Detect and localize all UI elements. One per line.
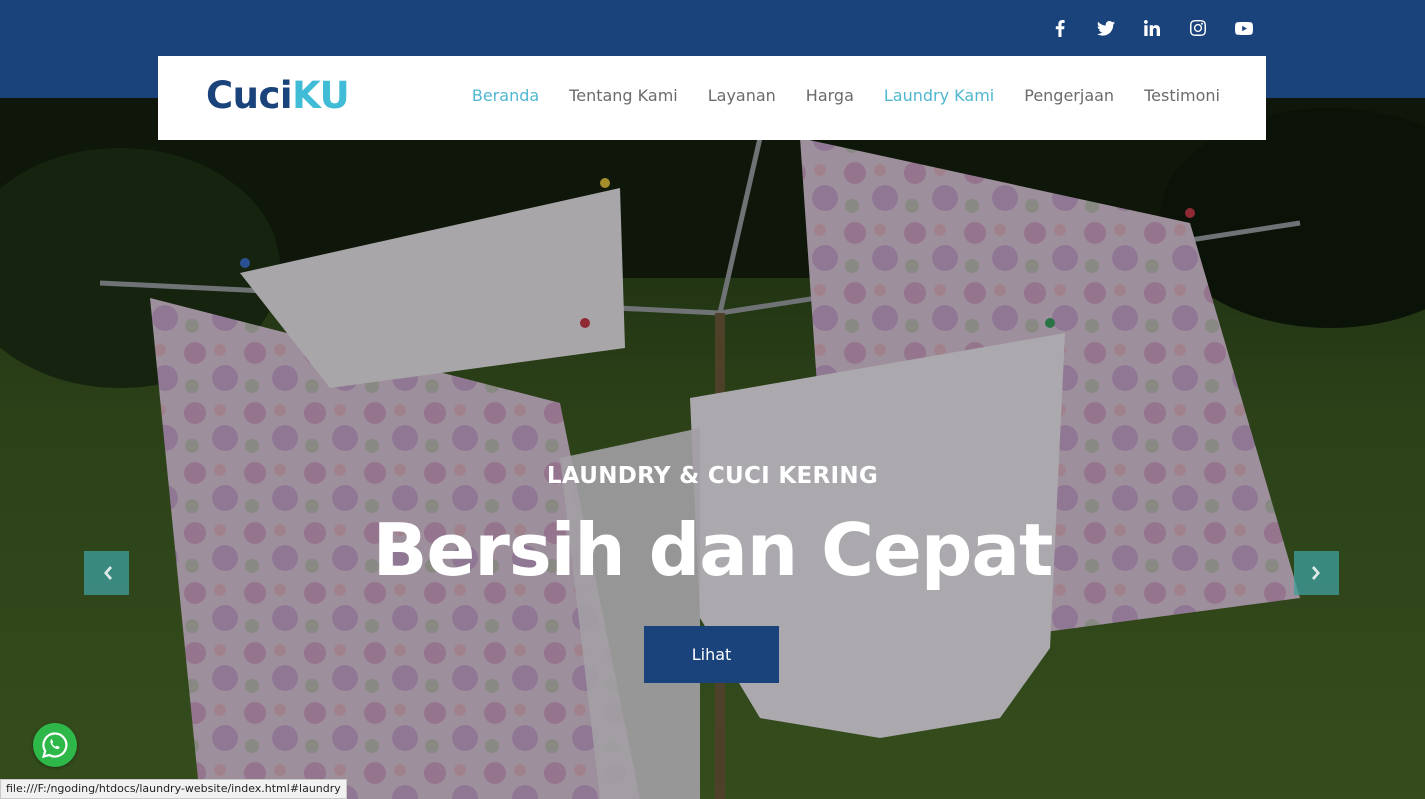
nav-item-harga[interactable]: Harga (806, 86, 854, 105)
nav-item-layanan[interactable]: Layanan (708, 86, 776, 105)
social-links (1037, 16, 1267, 40)
hero-cta-button[interactable]: Lihat (644, 626, 779, 683)
browser-status-bar: file:///F:/ngoding/htdocs/laundry-websit… (0, 779, 347, 799)
whatsapp-button[interactable] (33, 723, 77, 767)
nav-item-beranda[interactable]: Beranda (472, 86, 539, 105)
hero-overlay (0, 98, 1425, 799)
linkedin-icon[interactable] (1129, 16, 1175, 40)
slider-next-button[interactable] (1294, 551, 1339, 595)
nav-item-testimoni[interactable]: Testimoni (1144, 86, 1220, 105)
chevron-right-icon (1311, 566, 1320, 580)
header: CuciKU Beranda Tentang Kami Layanan Harg… (158, 56, 1266, 140)
nav-item-pengerjaan[interactable]: Pengerjaan (1024, 86, 1114, 105)
nav-item-tentang-kami[interactable]: Tentang Kami (569, 86, 678, 105)
nav-item-laundry-kami[interactable]: Laundry Kami (884, 86, 994, 105)
brand-part-2: KU (292, 74, 350, 117)
hero-title: Bersih dan Cepat (372, 508, 1054, 592)
brand-part-1: Cuci (206, 74, 293, 117)
main-nav: Beranda Tentang Kami Layanan Harga Laund… (472, 86, 1220, 105)
youtube-icon[interactable] (1221, 16, 1267, 40)
instagram-icon[interactable] (1175, 16, 1221, 40)
brand-logo[interactable]: CuciKU (206, 74, 350, 117)
hero-slider (0, 98, 1425, 799)
whatsapp-icon (41, 732, 68, 759)
slider-prev-button[interactable] (84, 551, 129, 595)
hero-subtitle: LAUNDRY & CUCI KERING (546, 463, 879, 489)
facebook-icon[interactable] (1037, 16, 1083, 40)
twitter-icon[interactable] (1083, 16, 1129, 40)
chevron-left-icon (103, 566, 112, 580)
